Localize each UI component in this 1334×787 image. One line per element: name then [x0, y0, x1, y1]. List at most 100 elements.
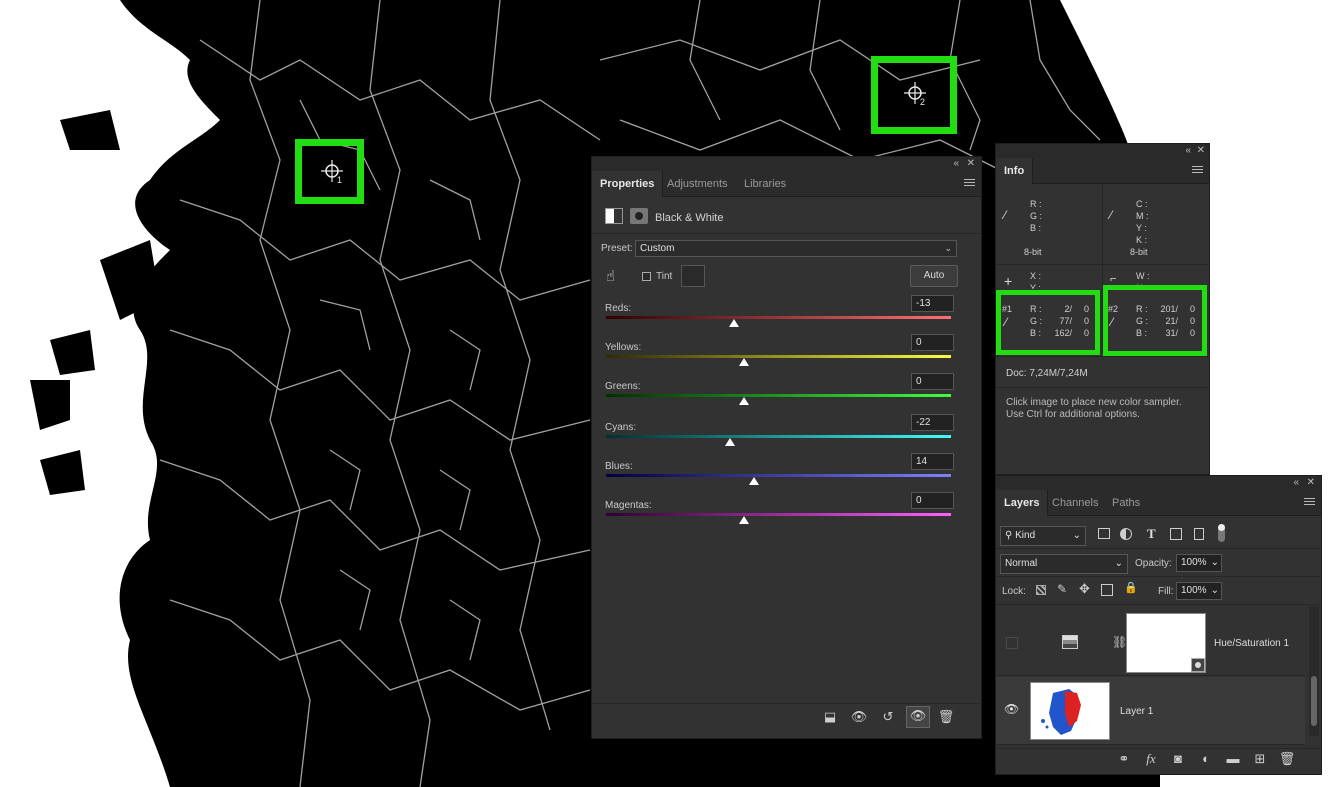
adjustment-layer-icon[interactable]: [605, 208, 623, 224]
add-mask-icon[interactable]: ◙: [1168, 750, 1188, 768]
slider-handle[interactable]: [739, 516, 749, 524]
slider-track[interactable]: [606, 355, 951, 358]
crosshair-icon: +: [1004, 273, 1013, 289]
eyedropper-icon[interactable]: ⁄: [1110, 208, 1112, 222]
panel-menu-icon[interactable]: [964, 179, 975, 188]
auto-button[interactable]: Auto: [910, 265, 958, 287]
chain-link-icon[interactable]: ⛓: [1112, 635, 1127, 649]
sampler-2-number: 2: [920, 97, 926, 107]
close-icon[interactable]: ✕: [1197, 145, 1205, 157]
slider-handle[interactable]: [739, 397, 749, 405]
filter-shape-icon[interactable]: [1170, 528, 1182, 540]
link-layers-icon[interactable]: ⚭: [1114, 750, 1134, 768]
layer-filter-select[interactable]: ⚲ Kind ⌄: [1000, 526, 1086, 546]
filter-toggle-icon[interactable]: [1218, 524, 1225, 542]
lock-move-icon[interactable]: ✥: [1079, 581, 1090, 597]
slider-value-input[interactable]: 14: [911, 453, 954, 470]
slider-label: Greens:: [605, 381, 641, 392]
tint-color-swatch[interactable]: [681, 265, 705, 287]
y-label: Y :: [1030, 283, 1041, 289]
properties-panel-titlebar[interactable]: « ✕: [592, 157, 981, 171]
properties-tabbar: Properties Adjustments Libraries: [592, 171, 981, 197]
w-label: W :: [1136, 271, 1150, 281]
tab-paths[interactable]: Paths: [1104, 490, 1148, 516]
tab-info[interactable]: Info: [996, 158, 1034, 184]
slider-track[interactable]: [606, 316, 951, 319]
fx-icon[interactable]: fx: [1141, 750, 1161, 768]
targeted-adjustment-hand-icon[interactable]: ☝: [606, 267, 615, 285]
new-group-icon[interactable]: ▬: [1223, 750, 1243, 768]
chevron-down-icon: ⌄: [1210, 557, 1219, 568]
panel-menu-icon[interactable]: [1192, 166, 1203, 175]
tab-layers[interactable]: Layers: [996, 490, 1049, 516]
opacity-input[interactable]: 100% ⌄: [1176, 554, 1222, 572]
filter-type-icon[interactable]: T: [1147, 526, 1156, 542]
toggle-visibility-icon[interactable]: 👁: [906, 706, 930, 728]
layer-row-hue-saturation[interactable]: ⛓ Hue/Saturation 1: [996, 609, 1305, 676]
layers-scrollbar[interactable]: [1309, 606, 1319, 736]
slider-track[interactable]: [606, 513, 951, 516]
filter-pixel-icon[interactable]: [1098, 528, 1110, 539]
visibility-toggle-empty[interactable]: [1006, 637, 1018, 649]
x-label: X :: [1030, 271, 1042, 281]
slider-handle[interactable]: [739, 358, 749, 366]
lock-paint-icon[interactable]: ✎: [1057, 582, 1067, 596]
close-icon[interactable]: ✕: [967, 158, 975, 170]
eyedropper-icon[interactable]: ⁄: [1004, 208, 1006, 222]
info-panel-titlebar[interactable]: « ✕: [996, 144, 1209, 158]
blend-mode-select[interactable]: Normal ⌄: [1000, 554, 1128, 574]
slider-value-input[interactable]: 0: [911, 334, 954, 351]
tab-properties[interactable]: Properties: [592, 171, 664, 197]
tint-checkbox[interactable]: [642, 272, 651, 281]
collapse-icon[interactable]: «: [1185, 145, 1191, 157]
collapse-icon[interactable]: «: [1293, 477, 1299, 489]
slider-value-input[interactable]: 0: [911, 373, 954, 390]
lock-all-icon[interactable]: 🔒: [1124, 581, 1138, 594]
adjustment-name: Black & White: [655, 212, 724, 224]
preset-label: Preset:: [601, 243, 633, 254]
collapse-icon[interactable]: «: [953, 158, 959, 170]
filter-adjustment-icon[interactable]: [1120, 528, 1132, 540]
clip-to-layer-icon[interactable]: ⬓: [820, 708, 840, 726]
tab-channels[interactable]: Channels: [1044, 490, 1106, 516]
lock-artboard-icon[interactable]: [1101, 584, 1113, 596]
layers-panel-titlebar[interactable]: « ✕: [996, 476, 1321, 490]
layer-thumbnail-map-icon: [1041, 689, 1081, 735]
slider-track[interactable]: [606, 474, 951, 477]
view-previous-state-icon[interactable]: 👁: [849, 708, 869, 726]
slider-track[interactable]: [606, 394, 951, 397]
slider-label: Cyans:: [605, 422, 637, 433]
panel-menu-icon[interactable]: [1304, 498, 1315, 507]
preset-value: Custom: [640, 243, 675, 254]
mask-icon[interactable]: [630, 208, 648, 224]
tab-libraries[interactable]: Libraries: [736, 171, 794, 197]
slider-label: Yellows:: [605, 342, 642, 353]
delete-layer-icon[interactable]: 🗑: [1277, 750, 1297, 768]
layer-mask-thumbnail[interactable]: [1126, 613, 1206, 673]
layer-name-hue-saturation: Hue/Saturation 1: [1214, 638, 1290, 649]
rgb-label-g: G :: [1030, 211, 1043, 221]
layer-thumbnail[interactable]: [1030, 682, 1110, 740]
slider-handle[interactable]: [728, 319, 739, 327]
sampler-1-readout-highlight: [996, 290, 1100, 355]
search-icon: ⚲: [1005, 530, 1013, 541]
slider-value-input[interactable]: 0: [911, 492, 954, 509]
tab-adjustments[interactable]: Adjustments: [659, 171, 736, 197]
slider-track[interactable]: [606, 435, 951, 438]
reset-icon[interactable]: ↺: [878, 708, 898, 726]
fill-input[interactable]: 100% ⌄: [1176, 582, 1222, 600]
slider-handle[interactable]: [749, 477, 760, 485]
trash-icon[interactable]: 🗑: [936, 708, 956, 726]
new-adjustment-layer-icon[interactable]: ◐: [1196, 750, 1216, 768]
slider-value-input[interactable]: -22: [911, 414, 954, 431]
filter-smart-object-icon[interactable]: [1194, 528, 1204, 540]
close-icon[interactable]: ✕: [1307, 477, 1315, 489]
lock-transparent-icon[interactable]: [1036, 585, 1046, 595]
layer-row-layer-1[interactable]: 👁 Layer 1: [996, 677, 1305, 745]
eye-icon[interactable]: 👁: [1004, 702, 1019, 716]
chevron-down-icon: ⌄: [944, 243, 952, 253]
slider-value-input[interactable]: -13: [911, 295, 954, 312]
new-layer-icon[interactable]: ⊞: [1250, 750, 1270, 768]
preset-select[interactable]: Custom ⌄: [635, 240, 957, 257]
slider-handle[interactable]: [725, 438, 736, 446]
